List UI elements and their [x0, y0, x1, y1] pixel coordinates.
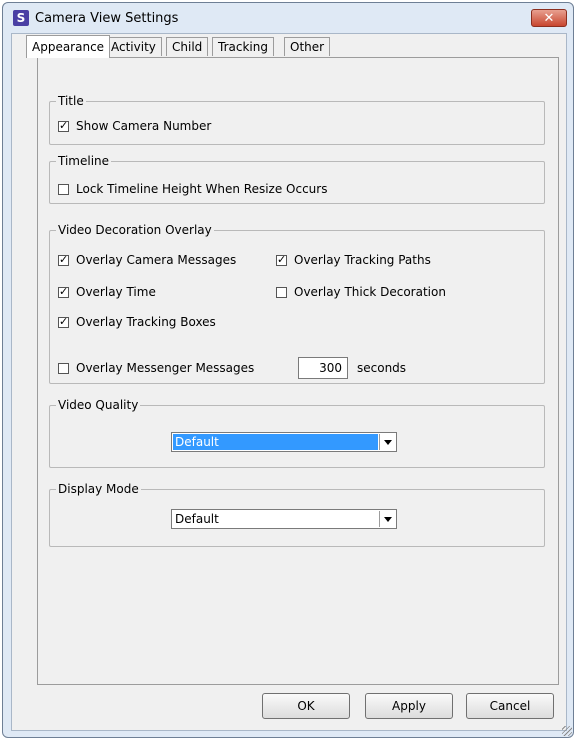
- overlay-messenger-messages-checkbox[interactable]: Overlay Messenger Messages: [58, 361, 254, 375]
- window-title: Camera View Settings: [35, 11, 179, 26]
- overlay-tracking-boxes-checkbox[interactable]: Overlay Tracking Boxes: [58, 315, 216, 329]
- group-title-label: Title: [56, 94, 86, 108]
- overlay-tracking-paths-checkbox[interactable]: Overlay Tracking Paths: [276, 253, 431, 267]
- overlay-time-label: Overlay Time: [76, 285, 156, 299]
- overlay-camera-messages-label: Overlay Camera Messages: [76, 253, 237, 267]
- show-camera-number-checkbox[interactable]: Show Camera Number: [58, 119, 211, 133]
- display-mode-value: Default: [175, 512, 219, 526]
- overlay-camera-messages-checkbox[interactable]: Overlay Camera Messages: [58, 253, 236, 267]
- close-button[interactable]: ✕: [531, 9, 567, 27]
- checkbox-box[interactable]: [276, 286, 287, 298]
- ok-button[interactable]: OK: [262, 693, 350, 719]
- group-video-quality-label: Video Quality: [56, 398, 141, 412]
- overlay-messenger-messages-label: Overlay Messenger Messages: [76, 361, 255, 375]
- apply-button[interactable]: Apply: [365, 693, 453, 719]
- video-quality-dropdown[interactable]: Default: [171, 432, 397, 452]
- checkbox-box[interactable]: [58, 119, 69, 132]
- seconds-input[interactable]: 300: [298, 357, 348, 379]
- app-logo-icon: S: [13, 10, 29, 26]
- tab-tracking[interactable]: Tracking: [212, 37, 274, 56]
- group-overlay-label: Video Decoration Overlay: [56, 223, 214, 237]
- checkbox-box[interactable]: [58, 253, 69, 266]
- show-camera-number-label: Show Camera Number: [76, 119, 212, 133]
- seconds-label: seconds: [357, 361, 407, 375]
- checkbox-box[interactable]: [58, 285, 69, 298]
- overlay-thick-decoration-checkbox[interactable]: Overlay Thick Decoration: [276, 285, 446, 299]
- title-bar[interactable]: S Camera View Settings ✕: [3, 3, 573, 33]
- display-mode-dropdown[interactable]: Default: [171, 509, 397, 529]
- overlay-time-checkbox[interactable]: Overlay Time: [58, 285, 156, 299]
- tab-appearance[interactable]: Appearance: [26, 35, 111, 58]
- overlay-tracking-boxes-label: Overlay Tracking Boxes: [76, 315, 216, 329]
- checkbox-box[interactable]: [58, 362, 69, 374]
- checkbox-box[interactable]: [58, 183, 69, 195]
- chevron-down-icon[interactable]: [379, 511, 395, 527]
- tab-other[interactable]: Other: [284, 37, 331, 56]
- overlay-thick-decoration-label: Overlay Thick Decoration: [294, 285, 446, 299]
- tab-child[interactable]: Child: [166, 37, 209, 56]
- video-quality-value: Default: [173, 434, 378, 450]
- chevron-down-icon[interactable]: [379, 434, 395, 450]
- checkbox-box[interactable]: [58, 315, 69, 328]
- tab-activity[interactable]: Activity: [105, 37, 162, 56]
- group-timeline-label: Timeline: [56, 154, 112, 168]
- overlay-tracking-paths-label: Overlay Tracking Paths: [294, 253, 431, 267]
- checkbox-box[interactable]: [276, 253, 287, 266]
- lock-timeline-height-label: Lock Timeline Height When Resize Occurs: [76, 182, 328, 196]
- cancel-button[interactable]: Cancel: [466, 693, 554, 719]
- resize-grip-icon[interactable]: [562, 726, 572, 736]
- group-display-mode-label: Display Mode: [56, 482, 141, 496]
- lock-timeline-height-checkbox[interactable]: Lock Timeline Height When Resize Occurs: [58, 182, 327, 196]
